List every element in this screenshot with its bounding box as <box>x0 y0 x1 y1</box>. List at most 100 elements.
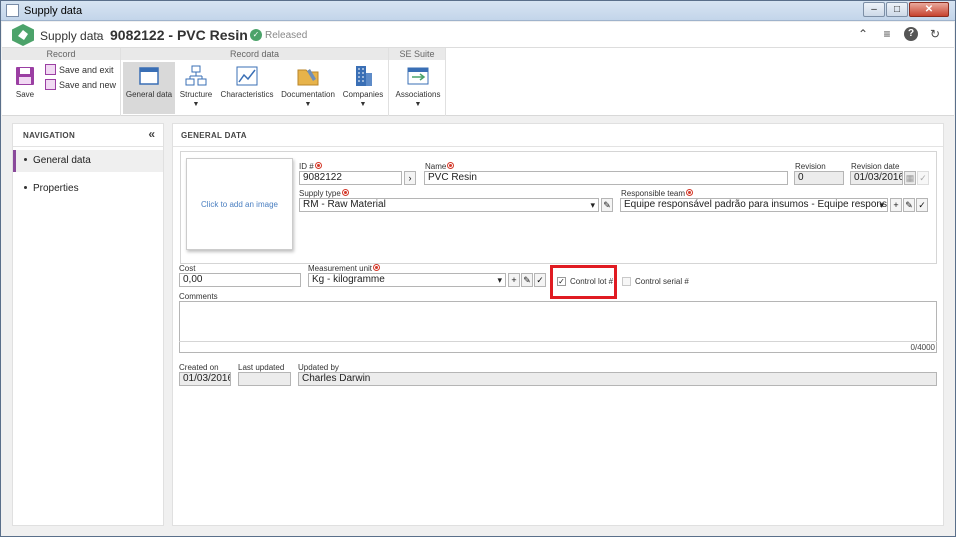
clear-brush-icon[interactable]: ✎ <box>601 198 613 212</box>
record-header: Supply data › 9082122 - PVC Resin | ✓ Re… <box>2 22 954 48</box>
window-controls: – □ ✕ <box>863 2 949 17</box>
ribbon-group-title: Record <box>2 48 120 60</box>
required-icon <box>373 264 381 271</box>
image-placeholder-text: Click to add an image <box>201 200 278 209</box>
nav-item-label: Properties <box>33 183 79 194</box>
nav-item-label: General data <box>33 155 91 166</box>
companies-button[interactable]: Companies ▼ <box>340 62 386 114</box>
divider <box>13 146 163 147</box>
general-data-button[interactable]: General data <box>123 62 175 114</box>
collapse-up-icon[interactable]: ⌃ <box>856 27 870 41</box>
characteristics-icon <box>236 66 258 86</box>
documentation-icon <box>297 69 319 86</box>
companies-label: Companies <box>342 90 384 99</box>
structure-button[interactable]: Structure ▼ <box>178 62 214 114</box>
general-data-label: General data <box>125 90 173 99</box>
companies-icon <box>356 66 372 86</box>
save-and-exit-label: Save and exit <box>59 65 114 75</box>
structure-dropdown-icon: ▼ <box>192 101 200 108</box>
id-next-arrow-icon[interactable]: › <box>404 171 416 185</box>
minimize-button[interactable]: – <box>863 2 885 17</box>
general-data-icon <box>139 67 159 85</box>
divider <box>173 146 943 147</box>
characteristics-button[interactable]: Characteristics <box>218 62 276 114</box>
close-button[interactable]: ✕ <box>909 2 949 17</box>
id-field[interactable]: 9082122 <box>299 171 402 185</box>
responsible-team-label: Responsible team <box>621 189 694 198</box>
ribbon-toolbar: Record Save Save and exit Save and new R… <box>2 48 954 116</box>
help-icon[interactable]: ? <box>904 27 918 41</box>
section-title: GENERAL DATA <box>181 131 247 140</box>
maximize-button[interactable]: □ <box>886 2 908 17</box>
window-app-icon <box>6 4 19 17</box>
required-icon <box>686 189 694 196</box>
revision-date-field: 01/03/2016 <box>850 171 903 185</box>
ribbon-group-record-data: Record data General data Structure ▼ Cha… <box>121 48 389 116</box>
add-icon[interactable]: + <box>890 198 902 212</box>
save-and-new-label: Save and new <box>59 80 117 90</box>
responsible-team-select[interactable]: Equipe responsável padrão para insumos -… <box>620 198 888 212</box>
add-icon[interactable]: + <box>508 273 520 287</box>
brush-disabled-icon: ✓ <box>917 171 929 185</box>
bullet-icon <box>24 158 27 161</box>
save-button[interactable]: Save <box>8 62 42 114</box>
title-bar: Supply data – □ ✕ <box>1 1 955 21</box>
cost-label: Cost <box>179 264 196 273</box>
updated-by-label: Updated by <box>298 363 339 372</box>
control-lot-highlight <box>550 265 617 299</box>
id-label: ID # <box>299 162 322 171</box>
characteristics-label: Characteristics <box>220 90 274 99</box>
breadcrumb-chevron-icon: › <box>96 28 100 42</box>
list-menu-icon[interactable]: ≡ <box>880 27 894 41</box>
app-logo-icon <box>12 24 34 46</box>
navigation-panel: NAVIGATION « General data Properties <box>12 123 164 526</box>
nav-item-general-data[interactable]: General data <box>13 150 163 172</box>
record-title: 9082122 - PVC Resin <box>110 27 248 43</box>
associations-button[interactable]: Associations ▼ <box>392 62 444 114</box>
refresh-icon[interactable]: ↻ <box>928 27 942 41</box>
ribbon-group-se-suite: SE Suite Associations ▼ <box>389 48 446 116</box>
collapse-navigation-icon[interactable]: « <box>148 127 155 141</box>
required-icon <box>314 162 322 169</box>
revision-date-label: Revision date <box>851 162 900 171</box>
measurement-unit-select[interactable]: Kg - kilogramme <box>308 273 506 287</box>
structure-icon <box>185 65 207 86</box>
control-serial-checkbox[interactable] <box>622 277 631 286</box>
released-status-icon: ✓ <box>250 29 262 41</box>
associations-label: Associations <box>395 90 441 99</box>
clear-brush-icon[interactable]: ✓ <box>916 198 928 212</box>
structure-label: Structure <box>179 90 213 99</box>
supply-type-select[interactable]: RM - Raw Material <box>299 198 599 212</box>
cost-field[interactable]: 0,00 <box>179 273 301 287</box>
edit-icon[interactable]: ✎ <box>903 198 915 212</box>
nav-item-properties[interactable]: Properties <box>13 178 163 200</box>
associations-dropdown-icon: ▼ <box>414 101 422 108</box>
save-and-new-button[interactable]: Save and new <box>45 79 116 90</box>
revision-label: Revision <box>795 162 826 171</box>
save-and-exit-button[interactable]: Save and exit <box>45 64 114 75</box>
companies-dropdown-icon: ▼ <box>359 101 367 108</box>
edit-icon[interactable]: ✎ <box>521 273 533 287</box>
updated-by-field: Charles Darwin <box>298 372 937 386</box>
revision-field: 0 <box>794 171 844 185</box>
breadcrumb-app[interactable]: Supply data <box>40 29 103 43</box>
required-icon <box>341 189 349 196</box>
clear-brush-icon[interactable]: ✓ <box>534 273 546 287</box>
name-field[interactable]: PVC Resin <box>424 171 788 185</box>
window-title: Supply data <box>24 5 83 17</box>
required-icon <box>447 162 455 169</box>
calendar-icon: ▦ <box>904 171 916 185</box>
app-window: Supply data – □ ✕ Supply data › 9082122 … <box>0 0 956 537</box>
status-badge: Released <box>265 30 308 41</box>
ribbon-group-title: SE Suite <box>389 48 445 60</box>
header-divider: | <box>237 29 240 41</box>
image-upload-area[interactable]: Click to add an image <box>186 158 293 250</box>
save-icon <box>16 67 34 85</box>
supply-type-label: Supply type <box>299 189 349 198</box>
control-serial-label: Control serial # <box>635 277 689 286</box>
navigation-title: NAVIGATION <box>23 131 76 140</box>
documentation-button[interactable]: Documentation ▼ <box>280 62 336 114</box>
name-label: Name <box>425 162 455 171</box>
ribbon-group-title: Record data <box>121 48 388 60</box>
measurement-unit-label: Measurement unit <box>308 264 381 273</box>
